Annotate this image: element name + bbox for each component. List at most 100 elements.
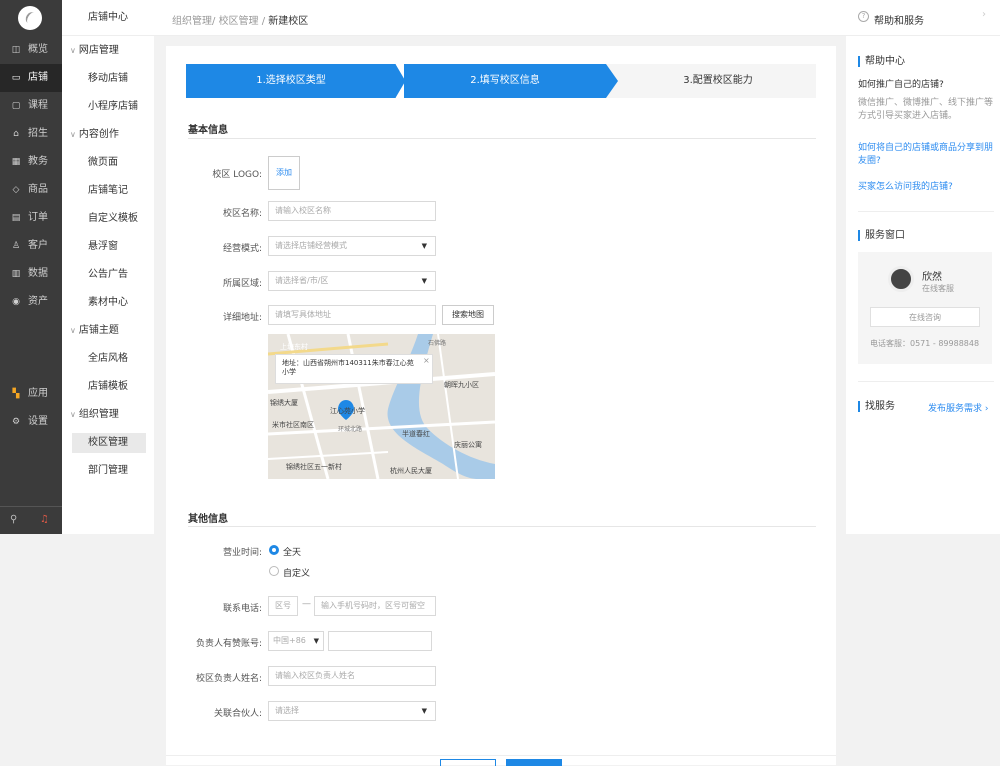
nav-item-tag[interactable]: ◇ 商品 [0, 176, 62, 204]
address-input[interactable]: 请填写具体地址 [268, 305, 436, 325]
area-select[interactable]: 请选择省/市/区 ▼ [268, 271, 436, 291]
bell-icon[interactable]: ♫ [40, 514, 49, 525]
gear-icon: ⚙ [11, 417, 21, 427]
course-icon: ▢ [11, 101, 21, 111]
sidebar-item[interactable]: 全店风格 [62, 349, 154, 369]
dropdown-arrow-icon: ▼ [421, 707, 427, 715]
main-form-card: 1.选择校区类型 2.填写校区信息 3.配置校区能力 基本信息 校区 LOGO:… [166, 46, 836, 765]
nav-item-course[interactable]: ▢ 课程 [0, 92, 62, 120]
address-label: 详细地址: [222, 313, 262, 323]
sidebar-group[interactable]: ∨ 组织管理 [62, 405, 154, 425]
search-map-button[interactable]: 搜索地图 [442, 305, 494, 325]
sidebar-item[interactable]: 部门管理 [62, 461, 154, 481]
sidebar-item[interactable]: 校区管理 [72, 433, 146, 453]
app-logo[interactable] [18, 6, 42, 30]
country-code-select[interactable]: 中国+86 ▼ [268, 631, 324, 651]
service-card: 欣然 在线客服 在线咨询 电话客服：0571 - 89988848 [858, 252, 992, 364]
sidebar-group[interactable]: ∨ 内容创作 [62, 125, 154, 145]
location-map[interactable]: 地址：山西省朔州市140311朱市春江心苑小学 × 上塘东村 朝晖九小区 锦绣大… [268, 334, 495, 479]
map-label: 锦绣社区五一新村 [286, 463, 342, 471]
step-3[interactable]: 3.配置校区能力 [620, 64, 816, 98]
apps-icon: ▚ [12, 389, 20, 399]
sidebar-header: 店铺中心 [62, 0, 154, 36]
nav-item-store[interactable]: ▭ 店铺 [0, 64, 62, 92]
nav-item-label: 数据 [28, 268, 48, 279]
logo-add-button[interactable]: 添加 [268, 156, 300, 190]
hours-label: 营业时间: [222, 548, 262, 558]
map-label: 环城北路 [338, 426, 363, 433]
nav-item-label: 客户 [28, 240, 48, 251]
publish-demand-link[interactable]: 发布服务需求 › [928, 401, 988, 414]
nav-item-apps[interactable]: ▚ 应用 [0, 380, 62, 408]
help-link-visit[interactable]: 买家怎么访问我的店铺? [858, 181, 994, 194]
sidebar-item[interactable]: 自定义模板 [62, 209, 154, 229]
phone-input[interactable]: 输入手机号码时，区号可留空 [314, 596, 436, 616]
name-label: 校区名称: [222, 209, 262, 219]
nav-item-recruit[interactable]: ⌂ 招生 [0, 120, 62, 148]
help-header[interactable]: ? 帮助和服务 › [846, 0, 1000, 36]
nav-item-monitor[interactable]: ◫ 概览 [0, 36, 62, 64]
dropdown-arrow-icon: ▼ [313, 637, 319, 645]
step-1[interactable]: 1.选择校区类型 [186, 64, 396, 98]
step-2[interactable]: 2.填写校区信息 [404, 64, 606, 98]
sidebar-item[interactable]: 素材中心 [62, 293, 154, 313]
map-popup: 地址：山西省朔州市140311朱市春江心苑小学 [275, 354, 433, 384]
area-code-input[interactable]: 区号 [268, 596, 298, 616]
help-answer: 微信推广、微博推广、线下推广等方式引导买家进入店铺。 [858, 98, 994, 121]
nav-item-settings[interactable]: ⚙ 设置 [0, 408, 62, 436]
tag-icon: ◇ [12, 185, 20, 195]
secondary-sidebar: 店铺中心 ∨ 网店管理移动店铺小程序店铺 ∨ 内容创作微页面店铺笔记自定义模板悬浮窗公… [62, 0, 154, 534]
nav-item-label: 招生 [28, 128, 48, 139]
radio-all-day-label: 全天 [283, 548, 302, 558]
map-label: 石佛路 [428, 340, 447, 347]
sidebar-item[interactable]: 公告广告 [62, 265, 154, 285]
help-icon: ? [858, 11, 869, 22]
consult-button[interactable]: 在线咨询 [870, 307, 980, 327]
nav-item-chart[interactable]: ▥ 数据 [0, 260, 62, 288]
sidebar-item[interactable]: 店铺笔记 [62, 181, 154, 201]
map-label: 江心苑小学 [330, 407, 365, 415]
phone-service: 电话客服：0571 - 89988848 [870, 339, 980, 348]
sidebar-item[interactable]: 店铺模板 [62, 377, 154, 397]
basic-info-title: 基本信息 [188, 125, 228, 136]
nav-item-asset[interactable]: ◉ 资产 [0, 288, 62, 316]
nav-item-label: 教务 [28, 156, 48, 167]
nav-item-label: 店铺 [28, 72, 48, 83]
account-input[interactable] [328, 631, 432, 651]
partner-select[interactable]: 请选择 ▼ [268, 701, 436, 721]
breadcrumb-campus[interactable]: 校区管理 / [219, 16, 269, 27]
radio-custom-label: 自定义 [283, 569, 311, 579]
radio-custom[interactable] [269, 566, 279, 576]
nav-item-order[interactable]: ▤ 订单 [0, 204, 62, 232]
nav-item-label: 商品 [28, 184, 48, 195]
primary-nav: ◫ 概览 ▭ 店铺 ▢ 课程 ⌂ 招生 ▦ 教务 ◇ 商品 ▤ 订单 ♙ 客户 ▥ 数据 ◉ 资产 ▚ 应用 ⚙ 设置 ⚲… [0, 0, 62, 534]
teaching-icon: ▦ [11, 157, 21, 167]
nav-item-teaching[interactable]: ▦ 教务 [0, 148, 62, 176]
sidebar-item[interactable]: 小程序店铺 [62, 97, 154, 117]
mode-select[interactable]: 请选择店铺经营模式 ▼ [268, 236, 436, 256]
avatar [888, 266, 914, 292]
chevron-right-icon[interactable]: › [982, 9, 986, 20]
other-info-title: 其他信息 [188, 514, 228, 525]
sidebar-group-label: 店铺主题 [78, 325, 119, 336]
nav-item-label: 课程 [28, 100, 48, 111]
nav-item-user[interactable]: ♙ 客户 [0, 232, 62, 260]
search-icon[interactable]: ⚲ [10, 514, 17, 525]
sidebar-item[interactable]: 移动店铺 [62, 69, 154, 89]
help-question[interactable]: 如何推广自己的店铺? [858, 78, 994, 92]
store-icon: ▭ [11, 73, 21, 83]
sidebar-item[interactable]: 微页面 [62, 153, 154, 173]
sidebar-group[interactable]: ∨ 店铺主题 [62, 321, 154, 341]
user-icon: ♙ [11, 241, 21, 251]
close-icon[interactable]: × [423, 356, 430, 365]
campus-name-input[interactable]: 请输入校区名称 [268, 201, 436, 221]
radio-all-day[interactable] [269, 545, 279, 555]
nav-bottom-bar: ⚲ ♫ [0, 506, 62, 534]
sidebar-group[interactable]: ∨ 网店管理 [62, 41, 154, 61]
divider [188, 138, 816, 139]
breadcrumb-org[interactable]: 组织管理/ [172, 16, 219, 27]
help-link-share[interactable]: 如何将自己的店铺或商品分享到朋友圈? [858, 142, 994, 168]
sidebar-item[interactable]: 悬浮窗 [62, 237, 154, 257]
manager-name-input[interactable]: 请输入校区负责人姓名 [268, 666, 436, 686]
map-label: 米市社区南区 [272, 421, 314, 429]
